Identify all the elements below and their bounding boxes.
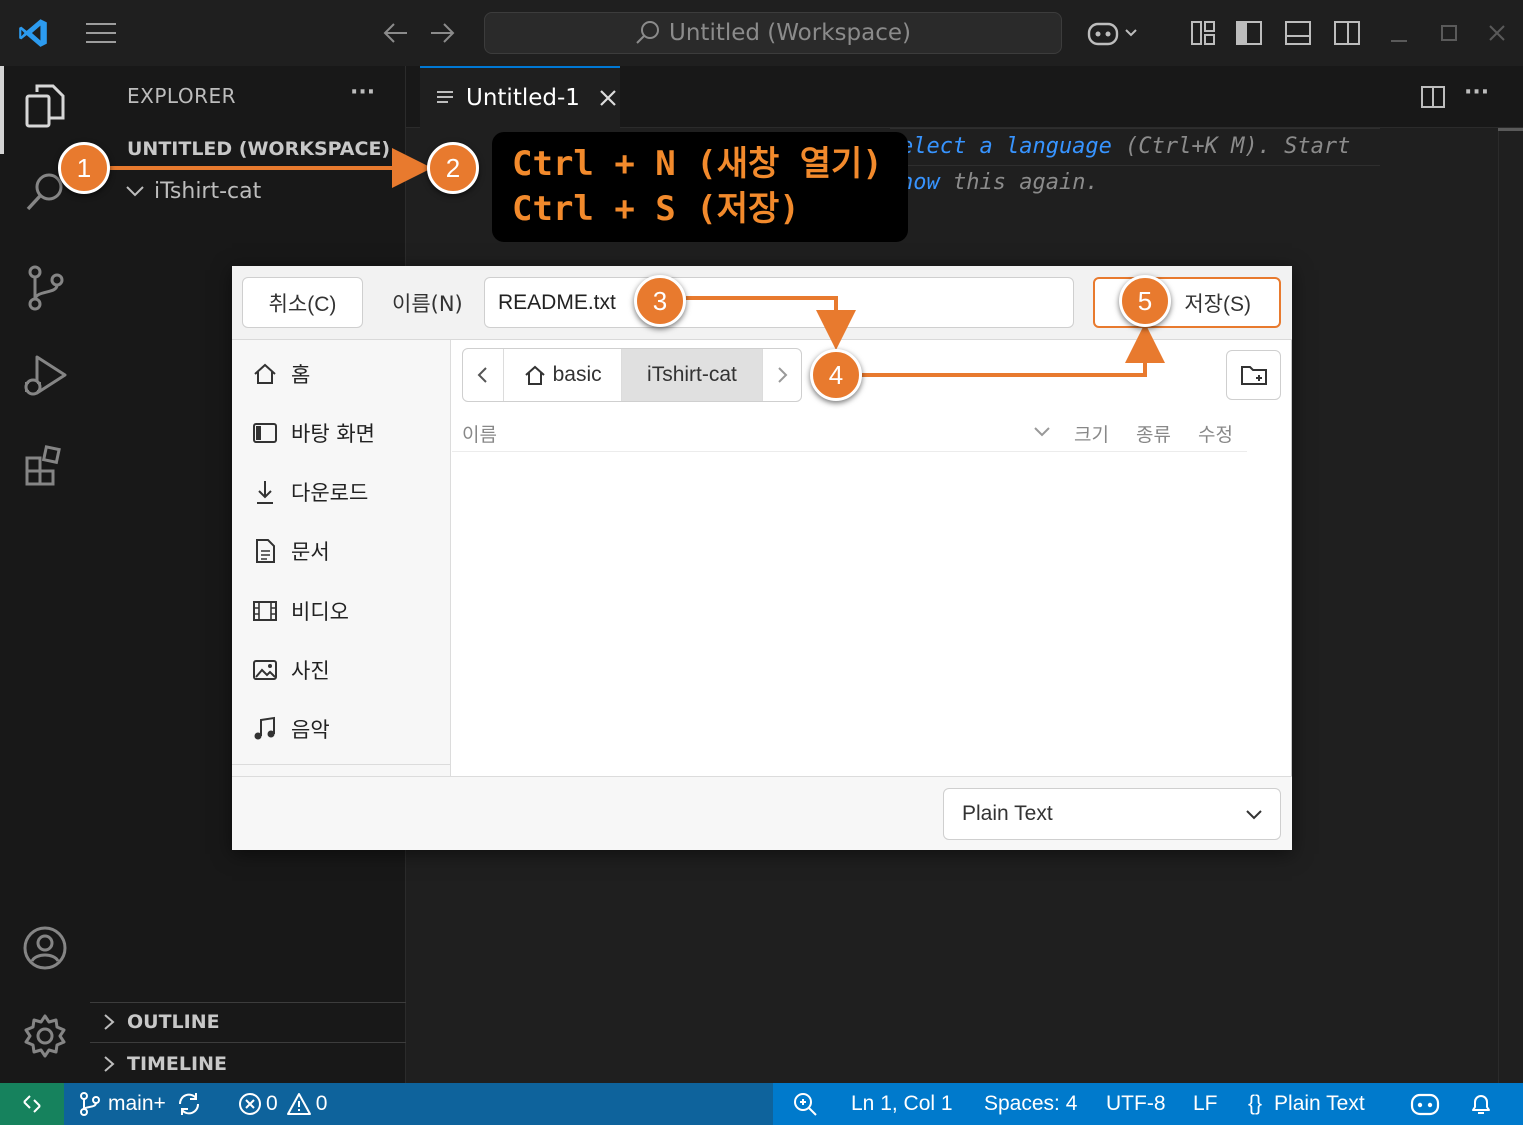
step-badge-1: 1 — [58, 142, 110, 194]
shortcut-callout: Ctrl + N (새창 열기) Ctrl + S (저장) — [492, 132, 908, 242]
step-badge-3: 3 — [634, 275, 686, 327]
arrow-3-to-4 — [686, 296, 856, 350]
step-badge-2: 2 — [427, 142, 479, 194]
callout-line-1: Ctrl + N (새창 열기) — [512, 144, 883, 184]
arrow-4-to-5 — [862, 323, 1165, 377]
step-badge-5: 5 — [1119, 275, 1171, 327]
callout-line-2: Ctrl + S (저장) — [512, 189, 800, 229]
step-badge-4: 4 — [810, 349, 862, 401]
